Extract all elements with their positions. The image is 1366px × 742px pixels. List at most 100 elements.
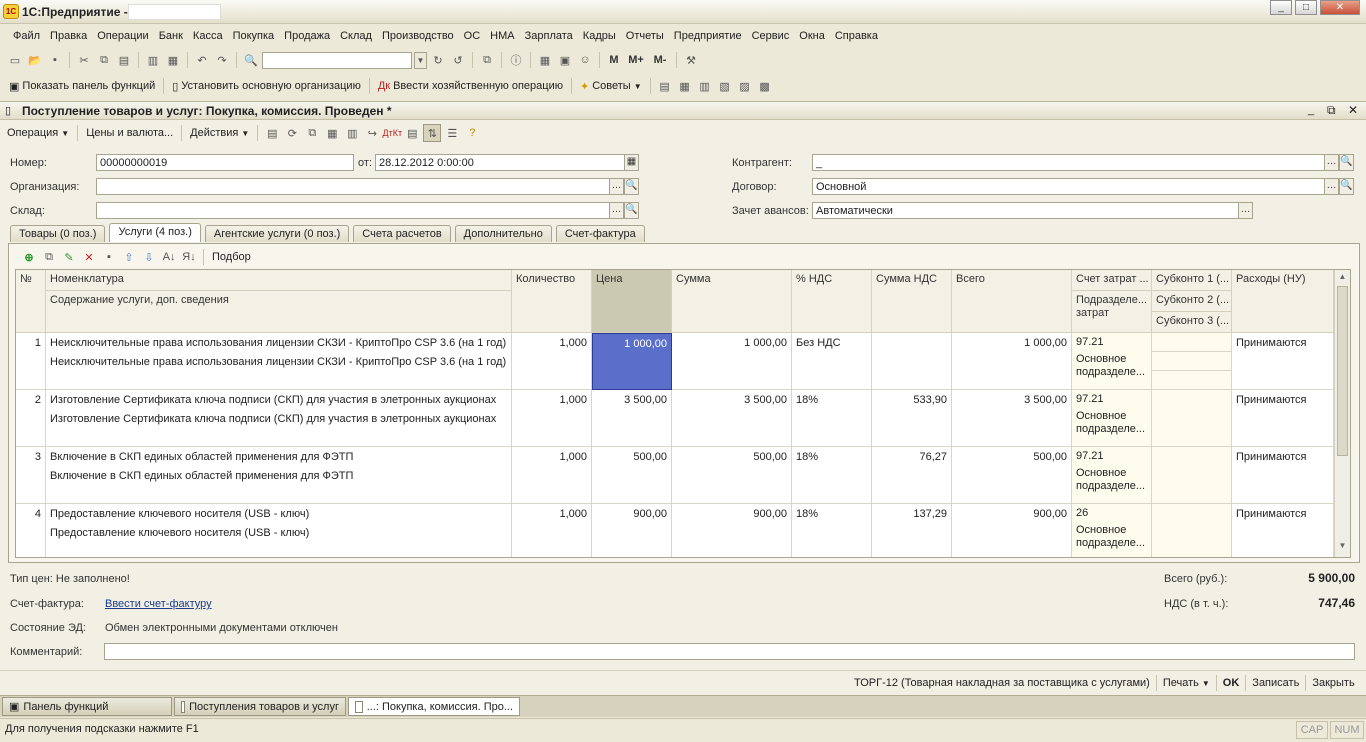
table-row[interactable]: Предоставление ключевого носителя (USB -… (46, 504, 512, 557)
report2-icon[interactable]: ▦ (676, 77, 694, 95)
col-header-qty[interactable]: Количество (512, 270, 592, 333)
cell-vat-sum[interactable]: 137,29 (872, 504, 952, 557)
ok-button[interactable]: OK (1220, 677, 1243, 689)
services-table[interactable]: № Номенклатура Содержание услуги, доп. с… (15, 269, 1351, 558)
window-icon[interactable]: ⧉ (478, 51, 496, 69)
cell-vat-sum[interactable]: 76,27 (872, 447, 952, 504)
cell-vat-sum[interactable] (872, 333, 952, 390)
table-row[interactable]: Включение в СКП единых областей применен… (46, 447, 512, 504)
cell-qty[interactable]: 1,000 (512, 504, 592, 557)
doc-minimize-button[interactable]: _ (1308, 104, 1314, 116)
cell-total[interactable]: 1 000,00 (952, 333, 1072, 390)
col-header-sub2[interactable]: Субконто 2 (... (1152, 291, 1232, 312)
search-icon[interactable]: 🔍 (242, 51, 260, 69)
report5-icon[interactable]: ▨ (736, 77, 754, 95)
warehouse-search-icon[interactable]: 🔍 (624, 202, 639, 219)
col-header-division[interactable]: Подразделе... затрат (1072, 291, 1152, 333)
cell-expenses[interactable]: Принимаются (1232, 504, 1334, 557)
preview-icon[interactable]: ▦ (164, 51, 182, 69)
cell-account[interactable]: 97.21 Основное подразделе... (1072, 333, 1152, 390)
org-field[interactable] (96, 178, 610, 195)
redo-icon[interactable]: ↷ (213, 51, 231, 69)
menu-purchase[interactable]: Покупка (228, 30, 280, 42)
cell-account[interactable]: 97.21 Основное подразделе... (1072, 390, 1152, 447)
date-field[interactable]: 28.12.2012 0:00:00 (375, 154, 625, 171)
tools-icon[interactable]: ⚒ (682, 51, 700, 69)
scroll-thumb[interactable] (1337, 286, 1348, 456)
cell-n[interactable]: 4 (16, 504, 46, 557)
tab-additional[interactable]: Дополнительно (454, 225, 552, 242)
table-row[interactable]: Изготовление Сертификата ключа подписи (… (46, 390, 512, 447)
cell-account[interactable]: 97.21 Основное подразделе... (1072, 447, 1152, 504)
enter-operation-button[interactable]: Дк Ввести хозяйственную операцию (375, 80, 566, 92)
cell-vat-rate[interactable]: 18% (792, 390, 872, 447)
sort-desc-icon[interactable]: Я↓ (180, 248, 198, 266)
col-header-vat-rate[interactable]: % НДС (792, 270, 872, 333)
move-down-icon[interactable]: ⇩ (140, 248, 158, 266)
counterparty-field[interactable]: _ (812, 154, 1325, 171)
cell-total[interactable]: 500,00 (952, 447, 1072, 504)
report-icon[interactable]: ▤ (656, 77, 674, 95)
calculator-icon[interactable]: ▦ (536, 51, 554, 69)
col-header-nomenclature[interactable]: Номенклатура (46, 270, 512, 291)
col-header-n[interactable]: № (16, 270, 46, 333)
show-panel-button[interactable]: ▣ Показать панель функций (6, 80, 158, 93)
task-current-document[interactable]: ...: Покупка, комиссия. Про... (348, 697, 520, 716)
dtkt-icon[interactable]: ДтКт (383, 124, 403, 142)
cell-vat-rate[interactable]: 18% (792, 447, 872, 504)
cell-vat-sum[interactable]: 533,90 (872, 390, 952, 447)
col-header-account[interactable]: Счет затрат ... (1072, 270, 1152, 291)
vertical-scrollbar[interactable]: ▲ ▼ (1334, 270, 1350, 557)
menu-file[interactable]: Файл (8, 30, 45, 42)
memory-plus-icon[interactable]: M+ (625, 51, 647, 69)
minimize-button[interactable]: _ (1270, 0, 1292, 15)
memory-m-icon[interactable]: M (605, 51, 623, 69)
tab-invoice[interactable]: Счет-фактура (555, 225, 645, 242)
find-next-icon[interactable]: ↻ (429, 51, 447, 69)
cell-subkonto[interactable] (1152, 504, 1232, 557)
find-prev-icon[interactable]: ↺ (449, 51, 467, 69)
menu-operations[interactable]: Операции (92, 30, 153, 42)
tab-goods[interactable]: Товары (0 поз.) (10, 225, 106, 242)
print-menu[interactable]: Печать ▼ (1160, 677, 1213, 689)
copy-doc-icon[interactable]: ⧉ (303, 124, 321, 142)
cell-expenses[interactable]: Принимаются (1232, 333, 1334, 390)
info-icon[interactable]: ⓘ (507, 51, 525, 69)
close-button[interactable]: ✕ (1320, 0, 1360, 15)
warehouse-field[interactable] (96, 202, 610, 219)
scroll-down-icon[interactable]: ▼ (1336, 541, 1349, 553)
tips-button[interactable]: ✦ Советы ▼ (577, 80, 645, 93)
contract-select-button[interactable]: … (1324, 178, 1339, 195)
cell-sub3[interactable] (1152, 371, 1232, 390)
cell-vat-rate[interactable]: 18% (792, 504, 872, 557)
new-icon[interactable]: ▭ (6, 51, 24, 69)
task-receipts-list[interactable]: Поступления товаров и услуг (174, 697, 346, 716)
enter-invoice-link[interactable]: Ввести счет-фактуру (105, 598, 212, 610)
memory-minus-icon[interactable]: M- (649, 51, 671, 69)
cell-price-selected[interactable]: 1 000,00 (592, 333, 672, 390)
print-icon[interactable]: ▥ (144, 51, 162, 69)
filter-icon[interactable]: ⇅ (423, 124, 442, 142)
undo-icon[interactable]: ↶ (193, 51, 211, 69)
counterparty-search-icon[interactable]: 🔍 (1339, 154, 1354, 171)
calendar-icon[interactable]: ▣ (556, 51, 574, 69)
actions-menu[interactable]: Действия ▼ (187, 127, 252, 139)
col-header-sub3[interactable]: Субконто 3 (... (1152, 312, 1232, 333)
contract-field[interactable]: Основной (812, 178, 1325, 195)
cell-sum[interactable]: 500,00 (672, 447, 792, 504)
menu-service[interactable]: Сервис (747, 30, 795, 42)
cell-price[interactable]: 900,00 (592, 504, 672, 557)
cell-account[interactable]: 26 Основное подразделе... (1072, 504, 1152, 557)
menu-production[interactable]: Производство (377, 30, 459, 42)
menu-os[interactable]: ОС (459, 30, 486, 42)
calendar-button[interactable]: ▦ (624, 154, 639, 171)
operation-menu[interactable]: Операция ▼ (4, 127, 72, 139)
menu-salary[interactable]: Зарплата (520, 30, 578, 42)
menu-nma[interactable]: НМА (485, 30, 519, 42)
tab-services[interactable]: Услуги (4 поз.) (109, 223, 201, 242)
col-header-expenses[interactable]: Расходы (НУ) (1232, 270, 1334, 333)
menu-warehouse[interactable]: Склад (335, 30, 377, 42)
select-button[interactable]: Подбор (209, 251, 254, 263)
tab-agent-services[interactable]: Агентские услуги (0 поз.) (204, 225, 350, 242)
menu-enterprise[interactable]: Предприятие (669, 30, 747, 42)
